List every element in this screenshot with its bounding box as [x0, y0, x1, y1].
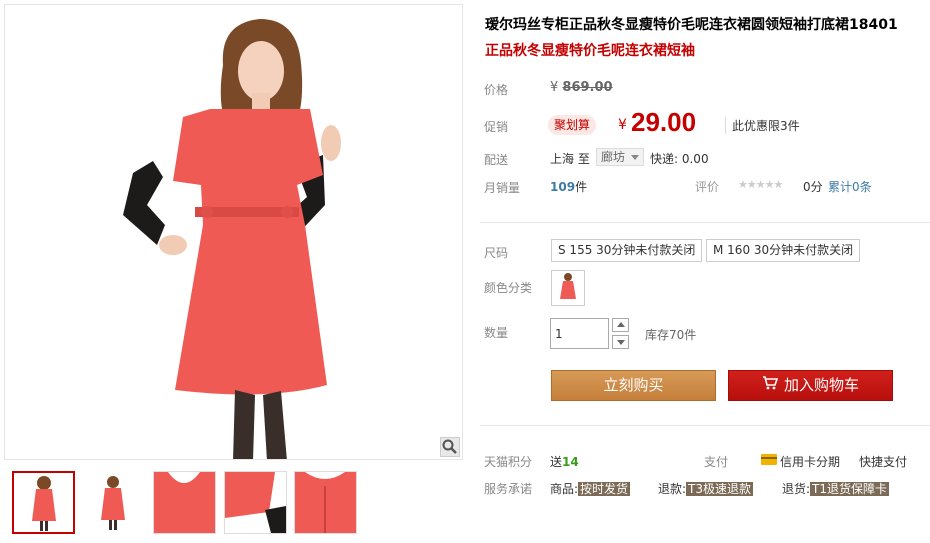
price-currency: ¥ [550, 80, 559, 95]
divider [480, 425, 930, 426]
original-price-value: 869.00 [562, 80, 613, 95]
rating-value: 0分 [803, 180, 823, 194]
shipping-fee: 快递: 0.00 [650, 152, 709, 166]
chevron-down-icon [631, 155, 640, 160]
service-tag: T3极速退款 [686, 482, 754, 496]
thumbnail-5[interactable] [294, 471, 357, 534]
monthly-sales: 109件 [550, 178, 587, 195]
thumbnail-strip [12, 471, 462, 535]
add-to-cart-button[interactable]: 加入购物车 [728, 370, 893, 401]
model-dress-illustration [5, 5, 462, 459]
magnifier-icon[interactable] [440, 437, 460, 457]
color-label: 颜色分类 [484, 281, 533, 295]
size-option-s[interactable]: S 155 30分钟未付款关闭 [551, 239, 703, 262]
service-tag: 按时发货 [578, 482, 631, 496]
service-item-shipping[interactable]: 商品: 按时发货 [550, 480, 631, 497]
service-prefix: 退款: [658, 482, 687, 496]
quantity-label: 数量 [484, 326, 509, 340]
promo-currency: ¥ [618, 117, 627, 133]
product-title: 瑷尔玛丝专柜正品秋冬显瘦特价毛呢连衣裙圆领短袖打底裙18401 [485, 17, 898, 33]
promo-limit: 此优惠限3件 [725, 117, 800, 134]
product-gallery [0, 0, 466, 543]
cart-icon [762, 371, 779, 400]
quantity-decrease-button[interactable] [612, 335, 629, 349]
star-rating-icon: ★★★★★ [738, 178, 783, 191]
price-label: 价格 [484, 83, 509, 97]
thumbnail-3[interactable] [153, 471, 216, 534]
color-option-thumbnail[interactable] [551, 270, 585, 306]
points-prefix: 送 [550, 455, 563, 469]
thumbnail-2[interactable] [82, 471, 145, 534]
credit-card-installment[interactable]: 信用卡分期 [780, 453, 840, 470]
original-price: ¥ 869.00 [550, 80, 613, 95]
points-number: 14 [562, 455, 579, 469]
add-to-cart-label: 加入购物车 [783, 376, 859, 394]
main-product-image[interactable] [4, 4, 463, 460]
active-thumbnail-arrow [50, 471, 60, 473]
buy-now-button[interactable]: 立刻购买 [551, 370, 716, 401]
service-prefix: 退货: [782, 482, 811, 496]
sales-label: 月销量 [484, 181, 521, 195]
promo-label: 促销 [484, 120, 509, 134]
ship-from: 上海 至 [550, 152, 590, 166]
service-tag: T1退货保障卡 [810, 482, 890, 496]
shipping-label: 配送 [484, 153, 509, 167]
sales-unit: 件 [575, 180, 588, 194]
service-item-refund[interactable]: 退款: T3极速退款 [658, 480, 754, 497]
payment-label: 支付 [704, 455, 729, 469]
points-label: 天猫积分 [484, 455, 533, 469]
size-label: 尺码 [484, 246, 509, 260]
stock-count: 库存70件 [645, 328, 697, 342]
thumbnail-4[interactable] [224, 471, 287, 534]
service-item-return[interactable]: 退货: T1退货保障卡 [782, 480, 890, 497]
points-value: 送14 [550, 453, 579, 470]
product-subtitle: 正品秋冬显瘦特价毛呢连衣裙短袖 [485, 43, 695, 59]
sales-count: 109 [550, 180, 576, 194]
service-label: 服务承诺 [484, 482, 533, 496]
size-option-m[interactable]: M 160 30分钟未付款关闭 [706, 239, 861, 262]
reviews-link[interactable]: 累计0条 [828, 178, 872, 195]
juhuasuan-badge: 聚划算 [548, 115, 597, 135]
divider [480, 222, 930, 223]
quantity-input[interactable] [550, 318, 609, 349]
thumbnail-1[interactable] [12, 471, 75, 534]
quick-pay[interactable]: 快捷支付 [859, 453, 907, 470]
destination-select[interactable]: 廊坊 [596, 148, 645, 166]
rating-label: 评价 [695, 180, 720, 194]
service-prefix: 商品: [550, 482, 579, 496]
destination-value: 廊坊 [601, 150, 626, 164]
promo-price: 29.00 [631, 107, 697, 137]
quantity-increase-button[interactable] [612, 318, 629, 332]
credit-card-icon [761, 454, 777, 465]
